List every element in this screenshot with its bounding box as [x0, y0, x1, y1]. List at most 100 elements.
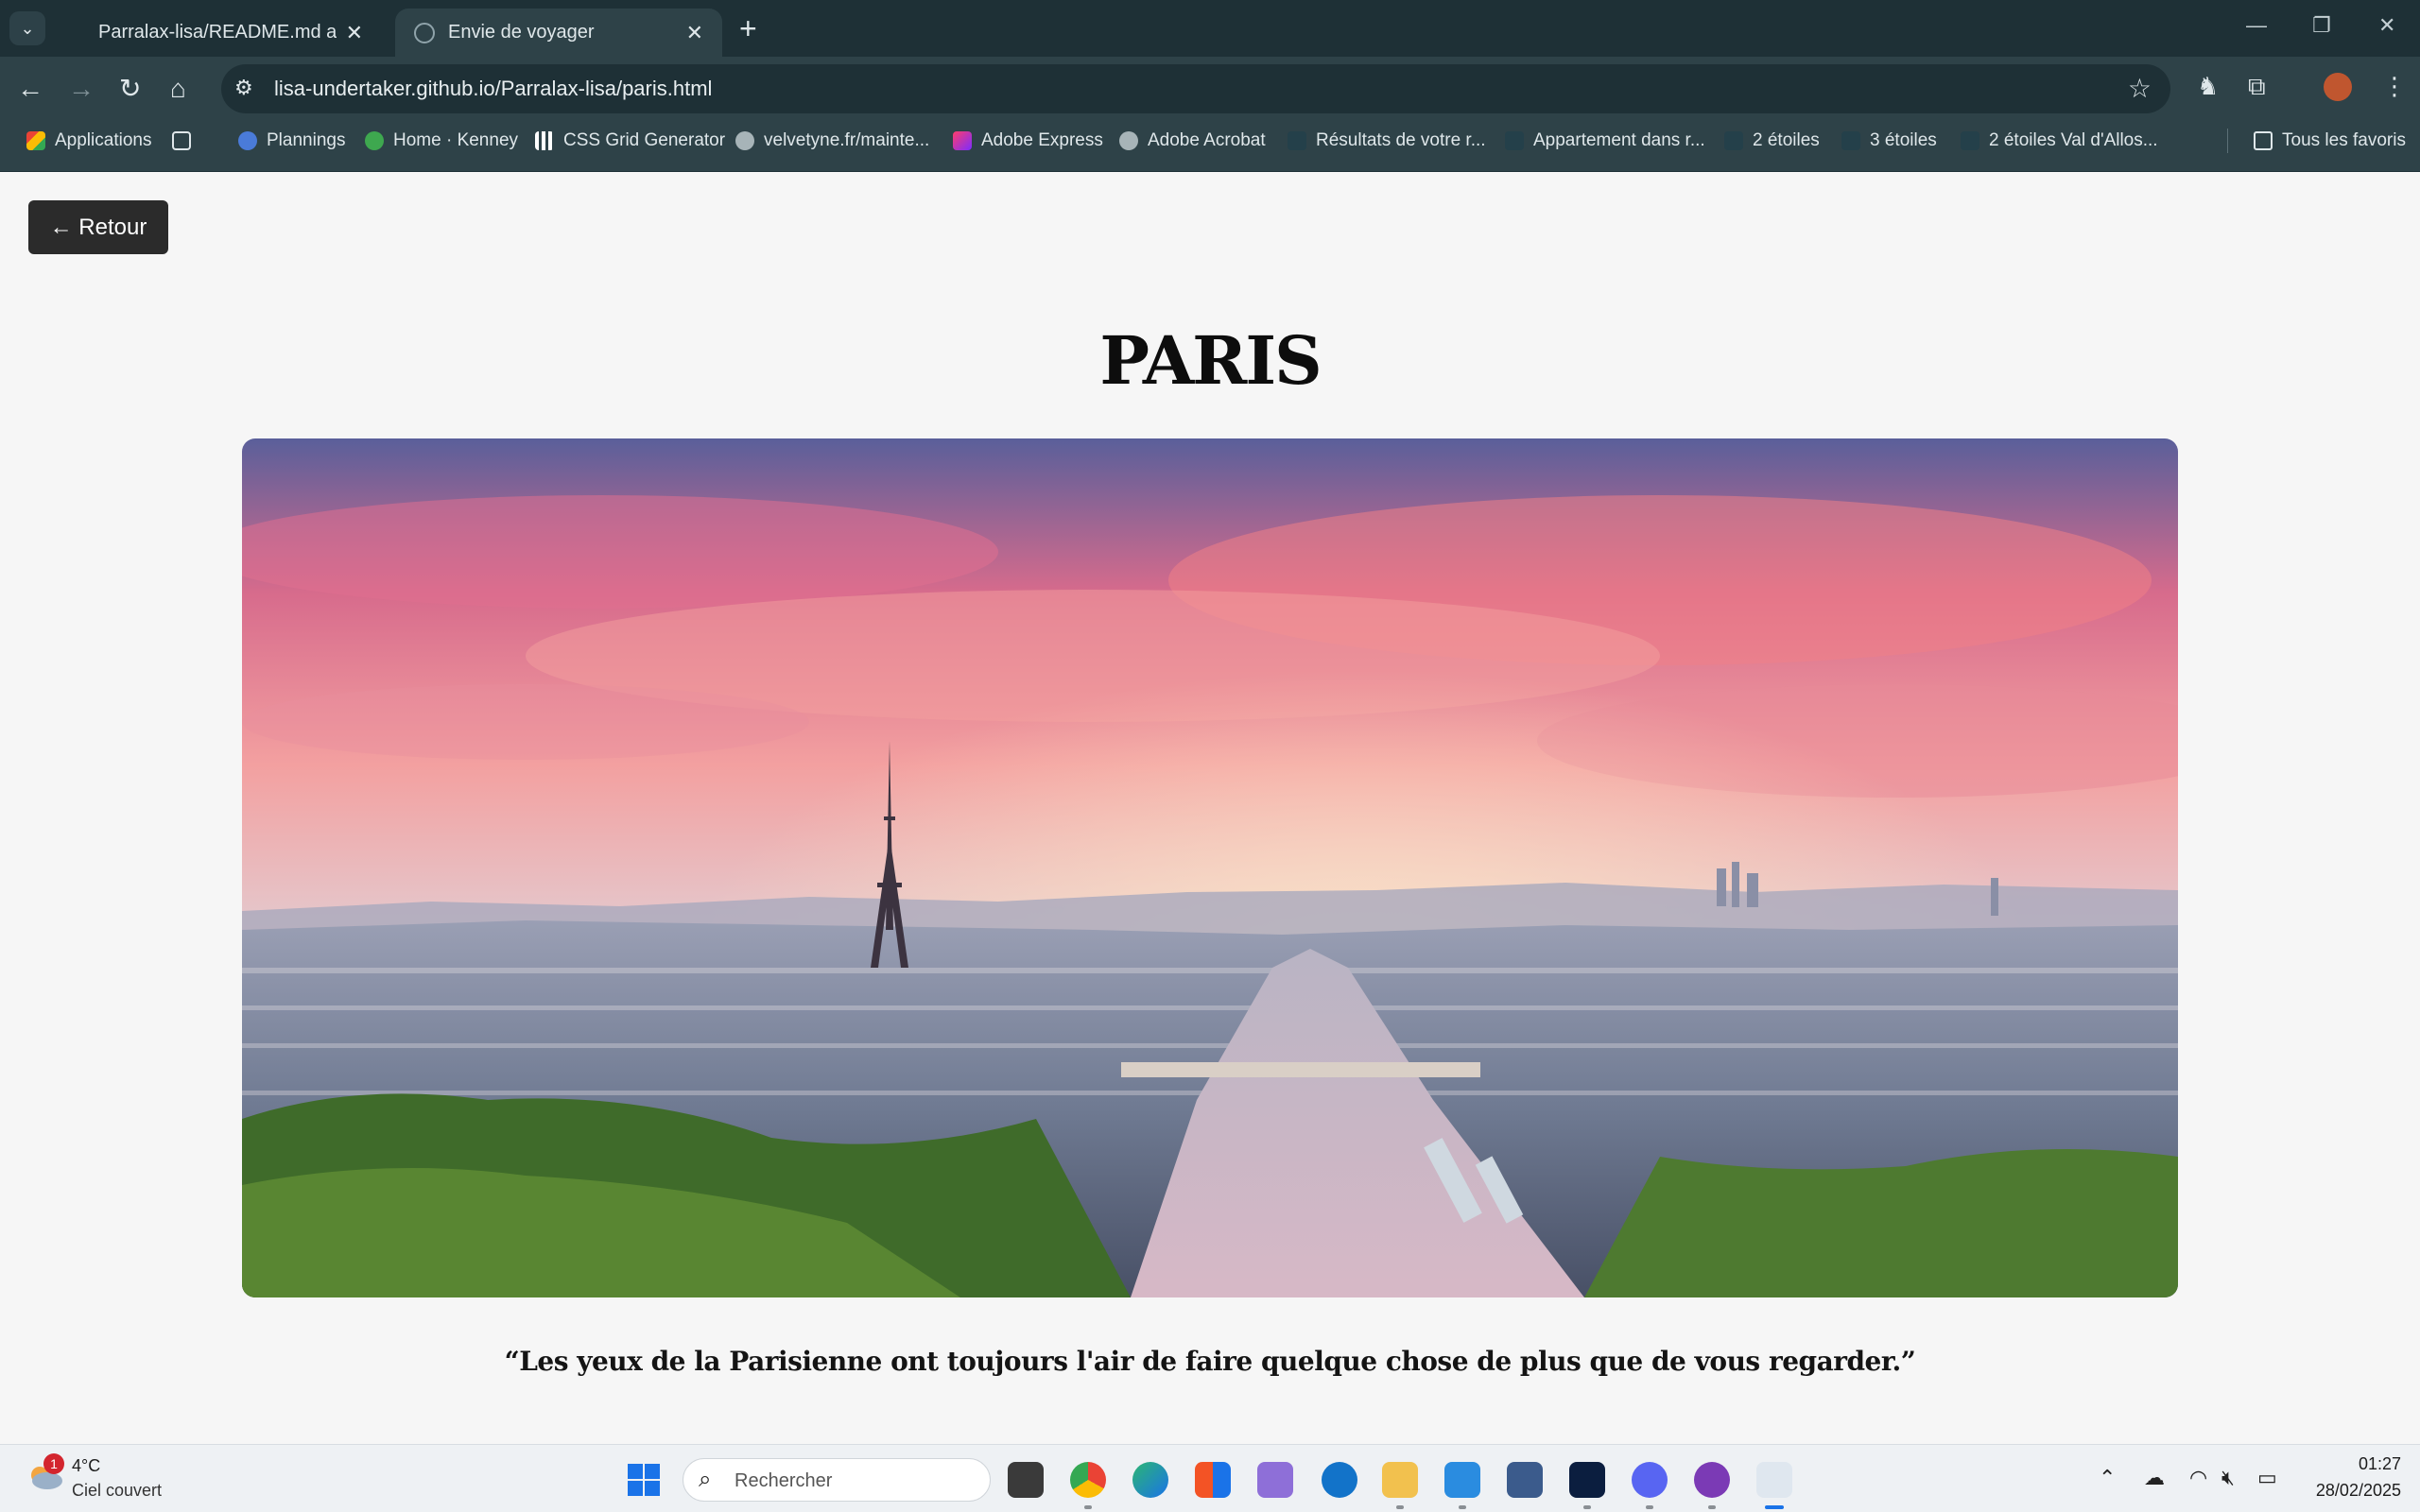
restore-button[interactable]: ❐ [2312, 13, 2331, 38]
discord-icon[interactable] [1632, 1462, 1668, 1509]
bookmark-label: Adobe Express [981, 130, 1103, 150]
back-button[interactable]: ← Retour [28, 200, 168, 254]
extension-icon[interactable]: ♞ [2197, 72, 2219, 101]
battery-icon[interactable]: ▭ [2257, 1466, 2277, 1490]
taskbar-search[interactable]: ⌕ Rechercher [683, 1458, 991, 1502]
paris-panorama-illustration [242, 438, 2178, 1297]
store-icon[interactable] [1195, 1462, 1231, 1498]
bookmark-label: Appartement dans r... [1533, 130, 1705, 150]
bookmark-label: 3 étoiles [1870, 130, 1937, 150]
forward-arrow-icon[interactable]: → [68, 74, 95, 104]
g-icon [238, 131, 257, 150]
tab-title: Envie de voyager [448, 22, 595, 43]
address-bar[interactable]: ⚙ lisa-undertaker.github.io/Parralax-lis… [221, 64, 2170, 113]
github-desktop-icon[interactable] [1694, 1462, 1730, 1509]
vscode-icon[interactable] [1444, 1462, 1480, 1509]
new-tab-button[interactable]: + [739, 11, 757, 46]
weather-description[interactable]: Ciel couvert [72, 1481, 162, 1501]
bookmark-label: Home · Kenney [393, 130, 519, 150]
quote-text: “Les yeux de la Parisienne ont toujours … [504, 1346, 1916, 1377]
globe-icon [414, 22, 435, 43]
bookmark-kenney[interactable]: Home · Kenney [365, 121, 518, 161]
close-icon[interactable]: ✕ [686, 21, 703, 45]
windows-taskbar: 1 4°C Ciel couvert ⌕ Rechercher ⌃ ☁ ◠ 🔇︎… [0, 1444, 2420, 1512]
bookmark-adobe-acrobat[interactable]: Adobe Acrobat [1119, 121, 1266, 161]
weather-temperature[interactable]: 4°C [72, 1456, 100, 1476]
site-info-icon[interactable]: ⚙ [234, 76, 253, 100]
file-explorer-icon[interactable] [1382, 1462, 1418, 1509]
purple-app-icon[interactable] [1257, 1462, 1293, 1498]
globe-icon [735, 131, 754, 150]
edge-icon[interactable] [1132, 1462, 1168, 1498]
star-icon[interactable]: ☆ [2128, 73, 2152, 104]
bookmark-label: Plannings [267, 130, 346, 150]
bookmark-label: Adobe Acrobat [1148, 130, 1266, 150]
paint-icon[interactable] [1756, 1462, 1792, 1509]
bookmark-val-dallos[interactable]: 2 étoiles Val d'Allos... [1961, 121, 2158, 161]
avatar[interactable] [2324, 73, 2352, 101]
menu-icon[interactable]: ⋮ [2382, 72, 2407, 101]
bookmark-label: 2 étoiles Val d'Allos... [1989, 130, 2158, 150]
bookmark-css-grid[interactable]: CSS Grid Generator [535, 121, 725, 161]
tab-groups-icon [172, 131, 191, 150]
bookmark-tab-groups[interactable] [172, 121, 200, 161]
weather-badge: 1 [43, 1453, 64, 1474]
tab-search-button[interactable]: ⌄ [9, 11, 45, 45]
circle-app-icon[interactable] [1322, 1462, 1357, 1498]
bookmarks-divider [2227, 129, 2228, 153]
bookmark-label: Résultats de votre r... [1316, 130, 1486, 150]
bookmark-appartement[interactable]: Appartement dans r... [1505, 121, 1705, 161]
tab-readme[interactable]: Parralax-lisa/README.md at ma ✕ [79, 9, 382, 57]
onedrive-icon[interactable]: ☁ [2144, 1466, 2165, 1490]
search-icon: ⌕ [699, 1467, 712, 1492]
bookmark-2-etoiles[interactable]: 2 étoiles [1724, 121, 1820, 161]
reload-icon[interactable]: ↻ [119, 74, 141, 104]
page-title: PARIS [1099, 321, 1322, 400]
url-text[interactable]: lisa-undertaker.github.io/Parralax-lisa/… [274, 77, 712, 101]
chevron-down-icon: ⌄ [20, 18, 35, 38]
search-placeholder: Rechercher [735, 1470, 833, 1491]
bookmark-label: Applications [55, 130, 152, 150]
bookmark-icon [1961, 131, 1979, 150]
paris-hero-image [242, 438, 2178, 1297]
wifi-icon[interactable]: ◠ [2189, 1466, 2207, 1490]
bookmark-icon [1841, 131, 1860, 150]
bookmark-icon [1505, 131, 1524, 150]
apps-grid-icon [26, 131, 45, 150]
back-arrow-icon[interactable]: ← [17, 74, 43, 104]
bookmark-applications[interactable]: Applications [26, 121, 151, 161]
bookmark-velvetyne[interactable]: velvetyne.fr/mainte... [735, 121, 929, 161]
bookmark-icon [1724, 131, 1743, 150]
grid-icon [535, 131, 554, 150]
adobe-express-icon [953, 131, 972, 150]
task-view-icon[interactable] [1008, 1462, 1044, 1498]
bookmark-resultats[interactable]: Résultats de votre r... [1288, 121, 1486, 161]
folder-icon [2254, 131, 2273, 150]
tab-envie-de-voyager[interactable]: Envie de voyager ✕ [395, 9, 722, 57]
all-bookmarks-button[interactable]: Tous les favoris [2254, 121, 2406, 161]
browser-toolbar: ← → ↻ ⌂ ⚙ lisa-undertaker.github.io/Parr… [0, 57, 2420, 121]
clock-date[interactable]: 28/02/2025 [2288, 1481, 2401, 1501]
clock-time[interactable]: 01:27 [2335, 1454, 2401, 1474]
windows-start-icon[interactable] [628, 1464, 660, 1496]
chevron-up-icon[interactable]: ⌃ [2099, 1466, 2116, 1490]
close-window-button[interactable]: ✕ [2378, 13, 2395, 38]
bookmark-plannings[interactable]: Plannings [238, 121, 345, 161]
photoshop-icon[interactable] [1569, 1462, 1605, 1509]
bookmark-adobe-express[interactable]: Adobe Express [953, 121, 1103, 161]
tab-title: Parralax-lisa/README.md at ma [98, 22, 337, 43]
bookmark-label: CSS Grid Generator [563, 130, 726, 150]
bookmark-label: Tous les favoris [2282, 130, 2406, 150]
chrome-icon[interactable] [1070, 1462, 1106, 1509]
bookmark-label: velvetyne.fr/mainte... [764, 130, 930, 150]
minimize-button[interactable]: — [2246, 13, 2267, 38]
bookmarks-bar: Applications Plannings Home · Kenney CSS… [0, 121, 2420, 172]
close-icon[interactable]: ✕ [346, 21, 363, 45]
bookmark-3-etoiles[interactable]: 3 étoiles [1841, 121, 1937, 161]
globe-icon [1119, 131, 1138, 150]
remote-desktop-icon[interactable] [1507, 1462, 1543, 1498]
bookmark-label: 2 étoiles [1753, 130, 1820, 150]
volume-muted-icon[interactable]: 🔇︎ [2221, 1466, 2235, 1490]
puzzle-icon[interactable]: ⧉ [2248, 72, 2266, 102]
home-icon[interactable]: ⌂ [170, 74, 186, 104]
